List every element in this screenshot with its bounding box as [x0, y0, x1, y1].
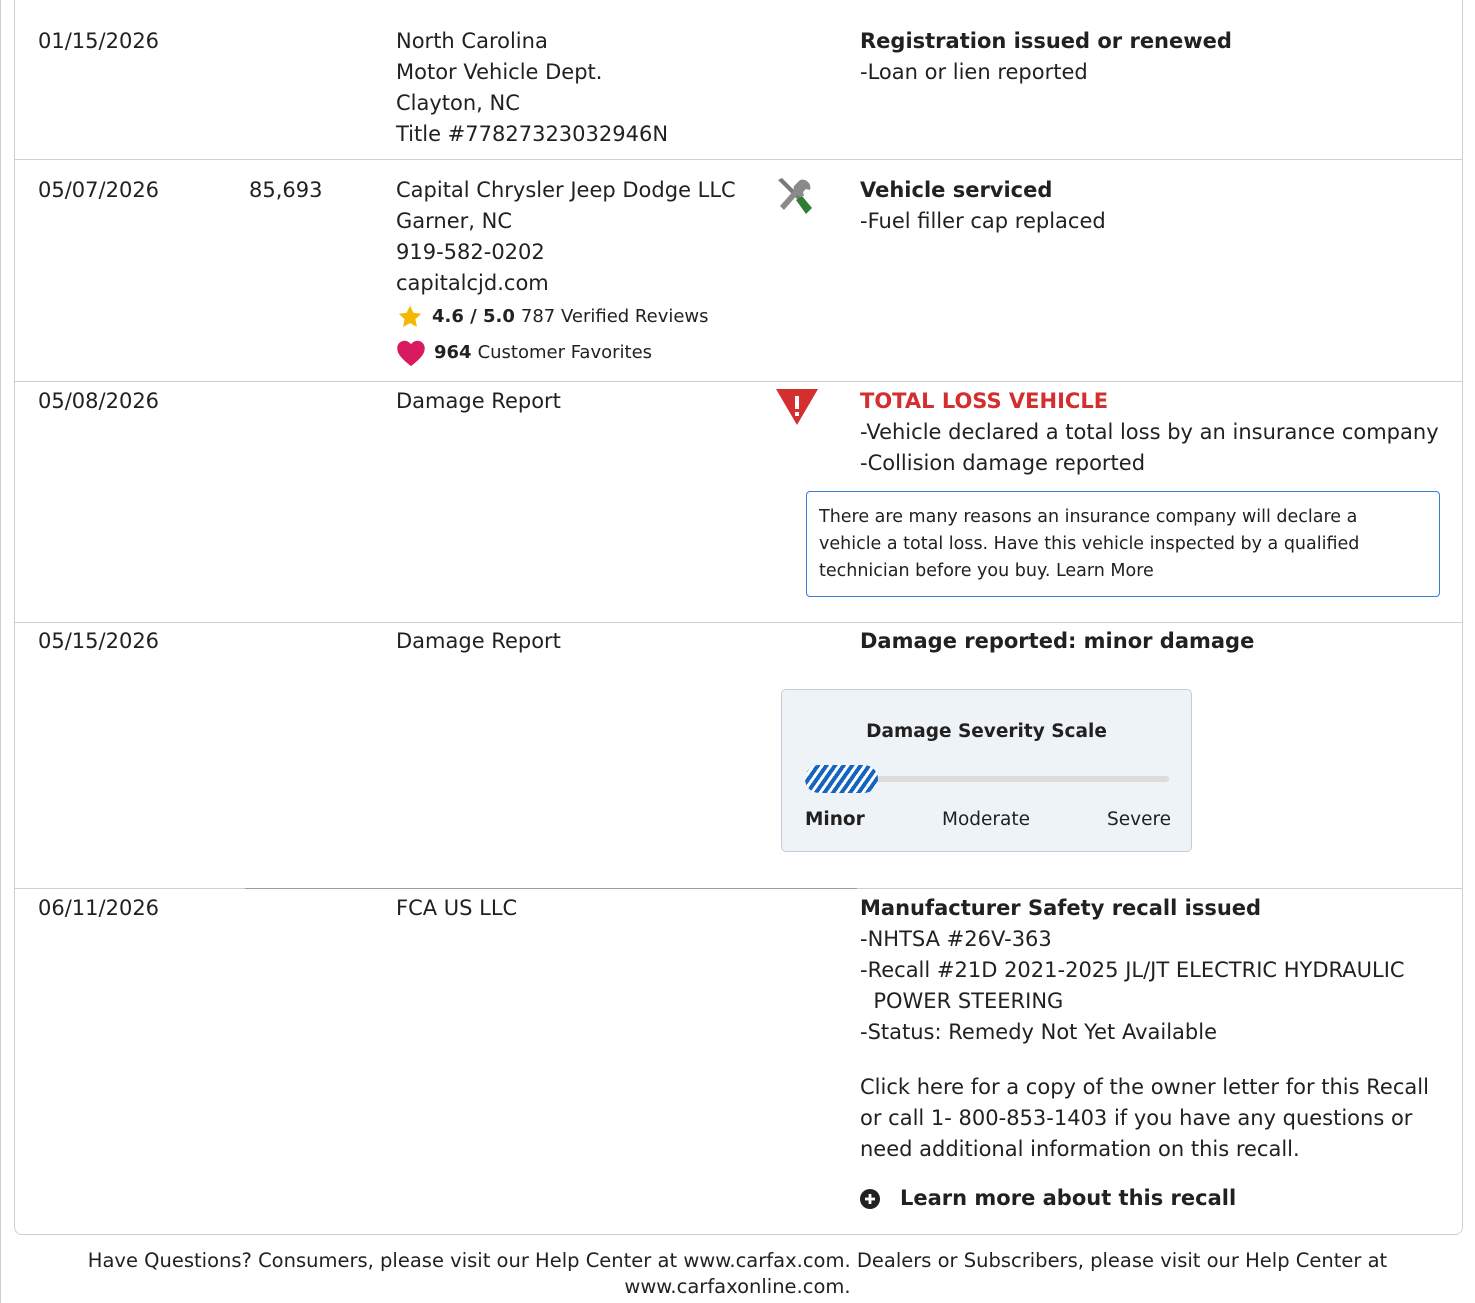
footer-line: Have Questions? Consumers, please visit … [87, 1249, 1388, 1272]
row-source: Damage Report [396, 629, 561, 653]
dealer-website[interactable]: capitalcjd.com [396, 268, 756, 299]
rating-score: 4.6 / 5.0 [432, 306, 515, 327]
rating-reviews: 787 Verified Reviews [520, 306, 709, 327]
notice-line: vehicle a total loss. Have this vehicle … [819, 534, 1360, 554]
scale-label-moderate: Moderate [942, 809, 1030, 830]
owner-letter-link[interactable]: Click here for a copy of the owner lette… [860, 1072, 1450, 1103]
source-line: Clayton, NC [396, 91, 520, 115]
comments-header: Manufacturer Safety recall issued [860, 896, 1262, 920]
owner-letter-line: or call 1- 800-853-1403 if you have any … [860, 1106, 1413, 1130]
scale-fill [805, 765, 878, 793]
dealer-phone: 919-582-0202 [396, 240, 545, 264]
source-line: Motor Vehicle Dept. [396, 60, 603, 84]
history-table: 01/15/2026 North Carolina Motor Vehicle … [14, 0, 1463, 1235]
history-row: 06/11/2026 FCA US LLC Manufacturer Safet… [15, 889, 1462, 1234]
star-icon [398, 305, 422, 327]
owner-letter-line: need additional information on this reca… [860, 1137, 1300, 1161]
damage-severity-scale: Damage Severity Scale Minor Moderate Sev… [781, 689, 1192, 852]
source-line: North Carolina [396, 29, 548, 53]
learn-more-label: Learn more about this recall [900, 1186, 1237, 1210]
plus-circle-icon [860, 1188, 880, 1209]
row-mileage: 85,693 [249, 178, 323, 202]
total-loss-notice: There are many reasons an insurance comp… [806, 491, 1440, 597]
total-loss-header: TOTAL LOSS VEHICLE [860, 389, 1109, 413]
row-date: 06/11/2026 [38, 896, 160, 920]
row-date: 05/08/2026 [38, 389, 160, 413]
favorites-label: Customer Favorites [477, 342, 653, 363]
row-date: 05/15/2026 [38, 629, 160, 653]
scale-label-severe: Severe [1107, 809, 1172, 830]
comments-header: Damage reported: minor damage [860, 629, 1255, 653]
row-date: 05/07/2026 [38, 178, 160, 202]
comment-line: -Status: Remedy Not Yet Available [860, 1020, 1218, 1044]
scale-title: Damage Severity Scale [866, 721, 1107, 742]
row-source: North Carolina Motor Vehicle Dept. Clayt… [396, 26, 756, 150]
service-tools-icon [772, 174, 820, 222]
favorites-count: 964 [434, 342, 472, 363]
dealer-location: Garner, NC [396, 209, 512, 233]
source-line: Title #77827323032946N [396, 122, 669, 146]
row-source: Damage Report [396, 389, 561, 413]
comment-line: -Collision damage reported [860, 451, 1146, 475]
comment-line: -Fuel filler cap replaced [860, 209, 1106, 233]
row-comments: TOTAL LOSS VEHICLE -Vehicle declared a t… [860, 386, 1450, 479]
dealer-favorites: 964 Customer Favorites [396, 335, 756, 371]
scale-label-minor: Minor [805, 809, 865, 830]
comments-header: Registration issued or renewed [860, 29, 1232, 53]
comment-line: -NHTSA #26V-363 [860, 927, 1052, 951]
heart-icon [397, 340, 425, 367]
left-border [0, 0, 1, 1303]
dealer-rating[interactable]: 4.6 / 5.0 787 Verified Reviews [396, 299, 756, 335]
notice-line: There are many reasons an insurance comp… [819, 507, 1358, 527]
history-row: 01/15/2026 North Carolina Motor Vehicle … [15, 0, 1462, 160]
learn-more-recall-link[interactable]: Learn more about this recall [860, 1183, 1450, 1214]
row-source: FCA US LLC [396, 896, 518, 920]
row-comments: Manufacturer Safety recall issued -NHTSA… [860, 893, 1450, 1214]
comment-line: -Vehicle declared a total loss by an ins… [860, 420, 1439, 444]
comment-line: -Loan or lien reported [860, 60, 1088, 84]
help-footer: Have Questions? Consumers, please visit … [0, 1248, 1475, 1300]
footer-line: www.carfaxonline.com. [624, 1275, 851, 1298]
history-row: 05/15/2026 Damage Report Damage reported… [15, 623, 1462, 889]
warning-triangle-icon [775, 388, 823, 436]
row-comments: Registration issued or renewed -Loan or … [860, 26, 1450, 88]
comments-header: Vehicle serviced [860, 178, 1053, 202]
notice-learn-more-link[interactable]: technician before you buy. Learn More [819, 558, 1427, 585]
row-comments: Vehicle serviced -Fuel filler cap replac… [860, 175, 1450, 237]
comment-line: -Recall #21D 2021-2025 JL/JT ELECTRIC HY… [860, 958, 1405, 982]
row-comments: Damage reported: minor damage [860, 626, 1450, 657]
dealer-name: Capital Chrysler Jeep Dodge LLC [396, 178, 736, 202]
row-source: Capital Chrysler Jeep Dodge LLC Garner, … [396, 175, 756, 371]
row-date: 01/15/2026 [38, 29, 160, 53]
comment-line: POWER STEERING [860, 989, 1064, 1013]
history-row: 05/07/2026 85,693 Capital Chrysler Jeep … [15, 160, 1462, 382]
